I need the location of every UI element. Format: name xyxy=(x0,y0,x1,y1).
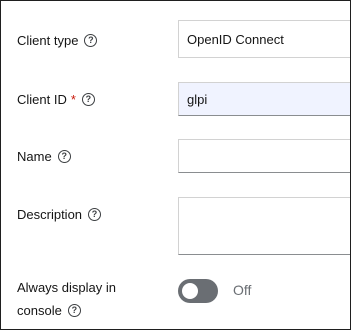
description-textarea[interactable] xyxy=(178,197,350,255)
client-settings-form: Client type ? OpenID Connect Client ID *… xyxy=(0,0,351,330)
toggle-state-text: Off xyxy=(233,282,252,298)
name-label: Name xyxy=(17,149,52,164)
help-icon[interactable]: ? xyxy=(57,150,71,163)
help-icon[interactable]: ? xyxy=(88,208,102,221)
client-id-value: glpi xyxy=(187,91,208,107)
always-display-label-line2: console ? xyxy=(17,303,81,318)
client-type-value: OpenID Connect xyxy=(187,31,284,47)
name-input[interactable] xyxy=(178,139,350,173)
client-id-label-group: Client ID * ? xyxy=(17,92,95,107)
help-icon[interactable]: ? xyxy=(67,304,81,317)
description-label: Description xyxy=(17,207,83,222)
client-id-label: Client ID xyxy=(17,92,67,107)
help-icon[interactable]: ? xyxy=(81,93,95,106)
required-indicator: * xyxy=(70,92,76,107)
help-icon[interactable]: ? xyxy=(84,34,98,47)
always-display-control: Off xyxy=(1,279,350,305)
description-label-group: Description ? xyxy=(17,207,102,222)
client-id-input[interactable]: glpi xyxy=(178,82,350,116)
client-type-field[interactable]: OpenID Connect xyxy=(178,20,350,58)
name-label-group: Name ? xyxy=(17,149,71,164)
client-type-label-group: Client type ? xyxy=(17,33,98,48)
always-display-toggle[interactable] xyxy=(178,279,218,303)
client-type-label: Client type xyxy=(17,33,79,48)
always-display-label-cont: console xyxy=(17,303,62,318)
